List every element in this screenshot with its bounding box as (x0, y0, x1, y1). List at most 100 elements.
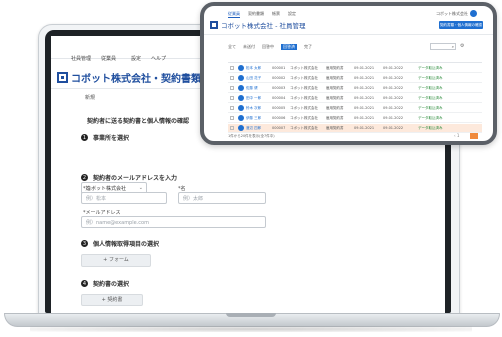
logo-icon (57, 71, 68, 83)
table-row[interactable]: 鈴木 次郎 000005 コボット株式会社 雇用契約書 09.01.2021 09.01.… (228, 104, 482, 113)
step-3: 3 個人情報取得項目の選択 (81, 239, 159, 248)
table-row[interactable]: 田中 一郎 000004 コボット株式会社 雇用契約書 09.01.2021 09.01.… (228, 94, 482, 103)
step-label: 契約書の選択 (93, 281, 130, 288)
table-row[interactable]: 伊藤 三郎 000006 コボット株式会社 雇用契約書 09.01.2021 09.01.… (228, 114, 482, 123)
cell-no: 000003 (272, 86, 286, 90)
first-name-input[interactable]: 例）太郎 (178, 192, 266, 204)
row-checkbox[interactable] (230, 86, 234, 90)
search-icon: ⌕ (451, 44, 454, 49)
avatar (238, 105, 244, 111)
popup-window: 従業員 契約書類 帳票 設定 コボット株式会社 コボット株式会社 - 社員管理 … (200, 2, 497, 145)
user-menu[interactable]: コボット株式会社 (436, 10, 477, 17)
tab-contracts[interactable]: 契約書類 (248, 11, 264, 18)
table-row[interactable]: 渡辺 四郎 000007 コボット株式会社 雇用契約書 09.01.2021 09.01.… (228, 124, 482, 133)
cell-company: コボット株式会社 (290, 126, 318, 130)
cell-name[interactable]: 松本 太郎 (246, 66, 261, 71)
cell-status: データ取込済み (418, 86, 443, 90)
filter-chip[interactable]: 回答中 (262, 44, 274, 50)
cell-company: コボット株式会社 (290, 76, 318, 80)
nav-item-help[interactable]: ヘルプ (151, 55, 166, 62)
last-name-input[interactable]: 例）松本 (81, 192, 167, 204)
cell-type: 雇用契約書 (326, 126, 344, 130)
cell-status: データ取込済み (418, 66, 443, 70)
cell-date1: 09.01.2021 (354, 106, 375, 110)
filter-chip[interactable]: 全て (228, 44, 236, 50)
avatar (238, 85, 244, 91)
cell-date2: 09.01.2022 (383, 126, 404, 130)
cell-type: 雇用契約書 (326, 116, 344, 120)
nav-item-employees[interactable]: 社員管理 (71, 55, 91, 62)
pager-prev[interactable]: ‹ 1 (454, 133, 459, 138)
cell-name[interactable]: 伊藤 三郎 (246, 116, 261, 121)
avatar (238, 65, 244, 71)
cell-no: 000006 (272, 116, 286, 120)
first-name-label: *名 (178, 186, 186, 192)
cell-name[interactable]: 佐藤 健 (246, 86, 258, 91)
table-header (228, 56, 482, 63)
email-input[interactable]: 例）name@example.com (81, 216, 266, 228)
cell-no: 000004 (272, 96, 286, 100)
avatar (238, 75, 244, 81)
nav-item-staff[interactable]: 従業員 (101, 55, 116, 62)
chevron-down-icon: ⌄ (138, 185, 143, 191)
cell-name[interactable]: 渡辺 四郎 (246, 126, 261, 131)
avatar (238, 95, 244, 101)
cell-no: 000001 (272, 66, 286, 70)
laptop-notch (226, 313, 276, 317)
tab-forms[interactable]: 帳票 (272, 11, 280, 18)
step-2: 2 契約者のメールアドレスを入力 (81, 173, 177, 182)
cell-date1: 09.01.2021 (354, 116, 375, 120)
filter-chip[interactable]: 完了 (304, 44, 312, 50)
search-input[interactable]: ⌕ (430, 43, 456, 50)
cell-no: 000005 (272, 106, 286, 110)
avatar (238, 125, 244, 131)
table-row[interactable]: 佐藤 健 000003 コボット株式会社 雇用契約書 09.01.2021 09.01.2… (228, 84, 482, 93)
cell-status: データ取込済み (418, 76, 443, 80)
step-label: 個人情報取得項目の選択 (93, 241, 160, 248)
avatar (470, 10, 477, 17)
pager-current[interactable] (470, 133, 478, 139)
cell-date2: 09.01.2022 (383, 106, 404, 110)
row-checkbox[interactable] (230, 106, 234, 110)
last-name-label: *姓 (83, 186, 91, 192)
step-label: 事業所を選択 (93, 135, 130, 142)
cell-type: 雇用契約書 (326, 86, 344, 90)
step-4: 4 契約書の選択 (81, 279, 129, 288)
step-number: 4 (81, 280, 88, 287)
new-button[interactable]: 新規 (85, 94, 105, 104)
nav-item-settings[interactable]: 設定 (131, 55, 141, 62)
cell-no: 000002 (272, 76, 286, 80)
avatar (238, 115, 244, 121)
cell-name[interactable]: 山田 花子 (246, 76, 261, 81)
cell-name[interactable]: 田中 一郎 (246, 96, 261, 101)
cell-no: 000007 (272, 126, 286, 130)
popup-tabs: 従業員 契約書類 帳票 設定 (228, 11, 296, 18)
cell-status: データ取込済み (418, 96, 443, 100)
logo-icon (210, 21, 218, 29)
tab-settings[interactable]: 設定 (288, 11, 296, 18)
cell-type: 雇用契約書 (326, 106, 344, 110)
add-form-button[interactable]: + フォーム (81, 254, 151, 267)
cell-date1: 09.01.2021 (354, 96, 375, 100)
filter-chip[interactable]: 未送付 (243, 44, 255, 50)
table-row[interactable]: 松本 太郎 000001 コボット株式会社 雇用契約書 09.01.2021 09.01.… (228, 64, 482, 73)
cell-status: データ取込済み (418, 126, 443, 130)
table-footer: 1件から20件を表示(全7件中) (228, 134, 275, 138)
filter-chip[interactable]: 回答済 (281, 44, 297, 50)
tab-employees[interactable]: 従業員 (228, 11, 240, 18)
step-1: 1 事業所を選択 (81, 133, 129, 142)
gear-icon[interactable]: ⚙ (460, 43, 464, 49)
add-contract-button[interactable]: + 契約書 (81, 294, 143, 306)
row-checkbox[interactable] (230, 76, 234, 80)
cell-date1: 09.01.2021 (354, 76, 375, 80)
cell-date2: 09.01.2022 (383, 86, 404, 90)
row-checkbox[interactable] (230, 66, 234, 70)
step-label: 契約者のメールアドレスを入力 (93, 175, 178, 182)
cell-name[interactable]: 鈴木 次郎 (246, 106, 261, 111)
row-checkbox[interactable] (230, 126, 234, 130)
table-row[interactable]: 山田 花子 000002 コボット株式会社 雇用契約書 09.01.2021 09.01.… (228, 74, 482, 83)
step-number: 1 (81, 134, 88, 141)
cta-button[interactable]: 契約書類・個人情報の確認 (439, 21, 483, 29)
row-checkbox[interactable] (230, 96, 234, 100)
row-checkbox[interactable] (230, 116, 234, 120)
